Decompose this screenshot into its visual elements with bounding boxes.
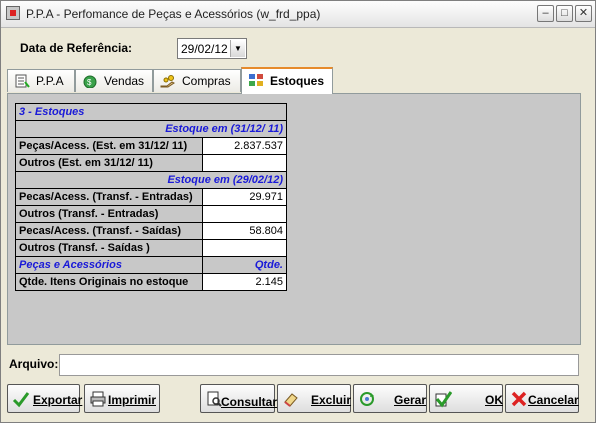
imprimir-button[interactable]: Imprimir (84, 384, 160, 413)
table-row: Outros (Transf. - Entradas) (15, 205, 287, 223)
imprimir-label: Imprimir (108, 393, 157, 407)
table-row: Outros (Est. em 31/12/ 11) (15, 154, 287, 172)
eraser-icon (284, 393, 298, 407)
inventory-icon (249, 74, 263, 86)
table-row: Peças/Acess. (Est. em 31/12/ 11) 2.837.5… (15, 137, 287, 155)
exportar-button[interactable]: Exportar (7, 384, 83, 413)
reference-date-value: 29/02/12 (181, 42, 228, 56)
money-bag-icon: $ (83, 75, 97, 88)
table-row: Pecas/Acess. (Transf. - Saídas) 58.804 (15, 222, 287, 240)
window-title: P.P.A - Perfomance de Peças e Acessórios… (26, 7, 321, 21)
excluir-label: Excluir (311, 393, 352, 407)
header-row: Peças e Acessórios Qtde. (15, 256, 287, 274)
app-window: P.P.A - Perfomance de Peças e Acessórios… (0, 0, 596, 423)
row-label: Pecas/Acess. (Transf. - Saídas) (15, 222, 203, 240)
app-icon (6, 6, 20, 20)
tab-ppa[interactable]: P.P.A (7, 69, 75, 92)
section-title: 3 - Estoques (15, 103, 287, 121)
qtde-itens-field[interactable]: 2.145 (202, 273, 287, 291)
estoques-panel: 3 - Estoques Estoque em (31/12/ 11) Peça… (7, 93, 581, 345)
tab-vendas[interactable]: $ Vendas (75, 69, 153, 92)
tab-estoques-label: Estoques (270, 74, 325, 88)
row-label: Peças/Acess. (Est. em 31/12/ 11) (15, 137, 203, 155)
close-icon (511, 391, 527, 407)
title-bar[interactable]: P.P.A - Perfomance de Peças e Acessórios… (1, 1, 595, 28)
minimize-button[interactable]: – (537, 5, 554, 22)
row-label: Outros (Transf. - Saídas ) (15, 239, 203, 257)
gerar-button[interactable]: Gerar (353, 384, 427, 413)
row-label: Pecas/Acess. (Transf. - Entradas) (15, 188, 203, 206)
tab-strip: P.P.A $ Vendas Compras Estoques (7, 67, 587, 94)
printer-icon (90, 391, 106, 407)
excluir-button[interactable]: Excluir (277, 384, 351, 413)
tab-ppa-label: P.P.A (36, 74, 64, 88)
checkmark-icon (435, 391, 452, 408)
ok-button[interactable]: OK (429, 384, 503, 413)
outros-estoque-2011-field[interactable] (202, 154, 287, 172)
file-input[interactable] (59, 354, 579, 376)
exportar-label: Exportar (33, 393, 83, 407)
pecas-saidas-field[interactable]: 58.804 (202, 222, 287, 240)
consultar-label: Consultar (221, 395, 278, 409)
gerar-label: Gerar (394, 393, 427, 407)
cancelar-button[interactable]: Cancelar (505, 384, 579, 413)
table-row: Qtde. Itens Originais no estoque 2.145 (15, 273, 287, 291)
row-label: Outros (Transf. - Entradas) (15, 205, 203, 223)
parts-header: Peças e Acessórios (15, 256, 203, 274)
stock-header-2012: Estoque em (29/02/12) (15, 171, 287, 189)
pecas-entradas-field[interactable]: 29.971 (202, 188, 287, 206)
table-row: Pecas/Acess. (Transf. - Entradas) 29.971 (15, 188, 287, 206)
hand-coins-icon (160, 75, 175, 88)
svg-text:$: $ (87, 78, 92, 87)
tab-vendas-label: Vendas (104, 74, 145, 88)
reference-date-label: Data de Referência: (20, 41, 133, 55)
document-icon (15, 74, 30, 88)
tab-compras[interactable]: Compras (153, 69, 241, 92)
header-row: Estoque em (31/12/ 11) (15, 120, 287, 138)
maximize-button[interactable]: □ (556, 5, 573, 22)
pecas-estoque-2011-field[interactable]: 2.837.537 (202, 137, 287, 155)
consultar-button[interactable]: Consultar (200, 384, 278, 413)
row-label: Qtde. Itens Originais no estoque (15, 273, 203, 291)
ok-label: OK (485, 393, 503, 407)
qty-header: Qtde. (202, 256, 287, 274)
header-row: Estoque em (29/02/12) (15, 171, 287, 189)
outros-entradas-field[interactable] (202, 205, 287, 223)
tab-estoques[interactable]: Estoques (241, 67, 333, 94)
outros-saidas-field[interactable] (202, 239, 287, 257)
file-label: Arquivo: (9, 357, 59, 371)
section-row: 3 - Estoques (15, 103, 287, 121)
stock-table: 3 - Estoques Estoque em (31/12/ 11) Peça… (15, 103, 287, 291)
checkmark-icon (12, 392, 30, 408)
row-label: Outros (Est. em 31/12/ 11) (15, 154, 203, 172)
cancelar-label: Cancelar (528, 393, 579, 407)
tab-compras-label: Compras (182, 74, 231, 88)
reference-date-field[interactable]: 29/02/12 ▼ (177, 38, 247, 59)
chevron-down-icon[interactable]: ▼ (230, 40, 245, 57)
refresh-icon (360, 392, 374, 406)
close-button[interactable]: ✕ (575, 5, 592, 22)
table-row: Outros (Transf. - Saídas ) (15, 239, 287, 257)
stock-header-2011: Estoque em (31/12/ 11) (15, 120, 287, 138)
